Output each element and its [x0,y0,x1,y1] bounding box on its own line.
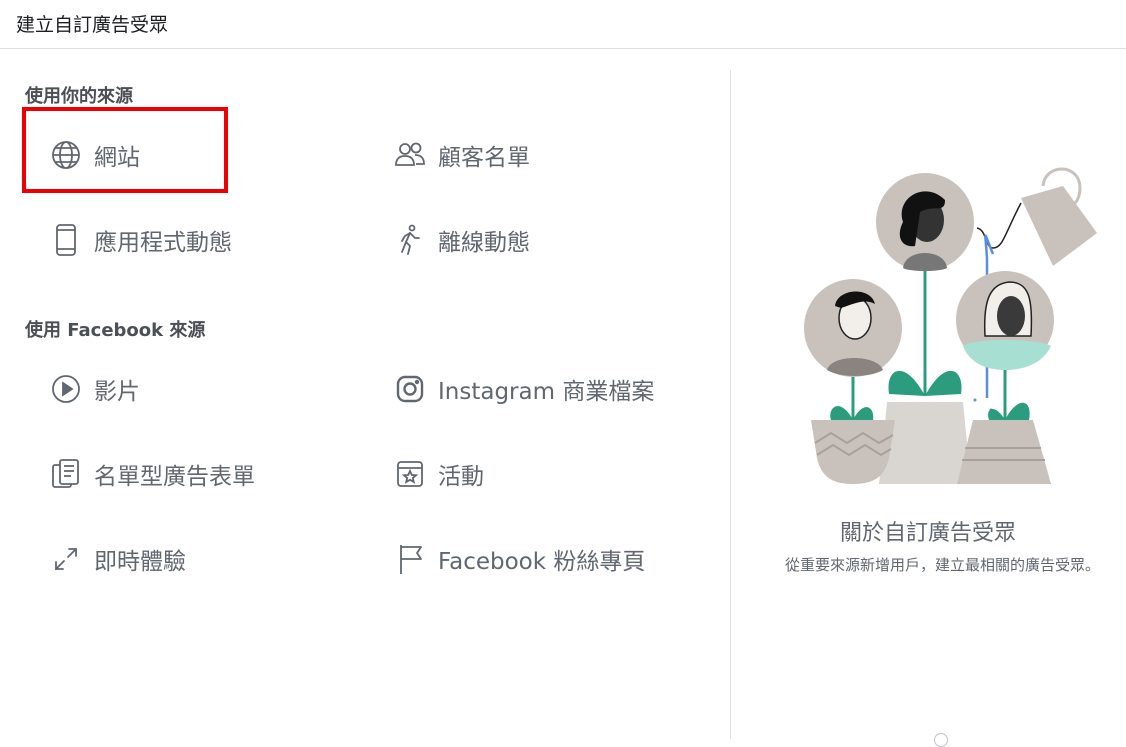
option-lead-form-label: 名單型廣告表單 [94,464,255,490]
instagram-icon [394,373,426,405]
option-events[interactable]: 活動 [394,454,484,494]
expand-arrows-icon [50,543,82,575]
option-facebook-page[interactable]: Facebook 粉絲專頁 [394,539,645,579]
option-video-label: 影片 [94,379,140,405]
dialog-header: 建立自訂廣告受眾 [0,0,1126,49]
section-title-facebook-sources: 使用 Facebook 來源 [25,320,206,341]
option-offline-activity-label: 離線動態 [438,230,530,256]
pagination-dot [934,733,948,747]
option-offline-activity[interactable]: 離線動態 [394,220,530,260]
dialog-title: 建立自訂廣告受眾 [16,14,169,36]
option-customer-list-label: 顧客名單 [438,145,530,171]
about-description: 從重要來源新增用戶，建立最相關的廣告受眾。 [784,556,1100,574]
option-instagram[interactable]: Instagram 商業檔案 [394,369,654,409]
option-facebook-page-label: Facebook 粉絲專頁 [438,549,646,575]
option-instant-experience[interactable]: 即時體驗 [50,539,186,579]
panel-divider [730,70,731,739]
option-instant-experience-label: 即時體驗 [94,549,186,575]
mobile-phone-icon [50,224,82,256]
play-icon [50,373,82,405]
people-icon [394,139,426,171]
option-events-label: 活動 [438,464,484,490]
event-star-icon [394,458,426,490]
walking-person-icon [394,224,426,256]
custom-audience-illustration [795,158,1105,492]
section-title-own-sources: 使用你的來源 [25,86,133,107]
option-app-activity-label: 應用程式動態 [94,230,232,256]
highlight-box [22,107,228,193]
form-icon [50,458,82,490]
option-app-activity[interactable]: 應用程式動態 [50,220,232,260]
flag-icon [394,543,426,575]
option-video[interactable]: 影片 [50,369,140,409]
about-title: 關於自訂廣告受眾 [839,521,1016,546]
option-customer-list[interactable]: 顧客名單 [394,135,530,175]
option-lead-form[interactable]: 名單型廣告表單 [50,454,255,494]
option-instagram-label: Instagram 商業檔案 [438,379,655,405]
